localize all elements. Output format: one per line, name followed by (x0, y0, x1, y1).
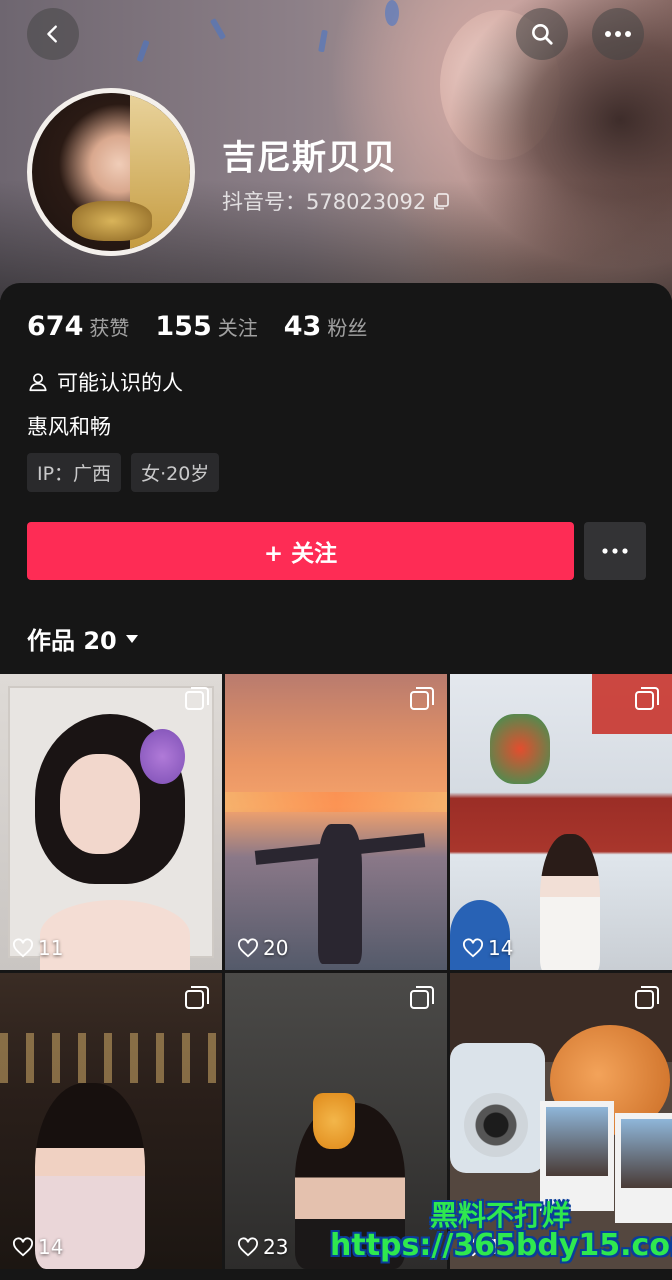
post-thumbnail[interactable]: 23 (225, 973, 447, 1269)
stat-followers[interactable]: 43 粉丝 (284, 311, 368, 342)
multi-image-icon (635, 687, 659, 710)
multi-image-icon (410, 687, 434, 710)
tag-ip-location: IP：广西 (27, 453, 122, 492)
posts-grid: 11 20 14 14 23 13 (0, 674, 672, 1269)
post-thumbnail[interactable]: 20 (225, 674, 447, 970)
avatar-necklace (72, 201, 152, 241)
handle-text: 抖音号：578023092 (222, 190, 427, 214)
follow-button[interactable]: + 关注 (27, 522, 574, 580)
multi-image-icon (185, 986, 209, 1009)
post-likes-count: 14 (488, 936, 514, 960)
post-photo-lens (464, 1093, 528, 1157)
post-likes: 14 (462, 936, 513, 960)
stat-following-value: 155 (155, 311, 212, 342)
heart-icon (13, 1237, 33, 1257)
stat-following-label: 关注 (217, 316, 258, 340)
watermark-line-2: https://365bdy15.com (330, 1228, 672, 1263)
stat-likes-value: 674 (27, 311, 84, 342)
works-tab-label: 作品 20 (27, 627, 117, 655)
multi-image-icon (635, 986, 659, 1009)
more-button[interactable] (592, 8, 644, 60)
stat-likes-label: 获赞 (89, 316, 130, 340)
heart-icon (13, 938, 33, 958)
heart-icon (238, 1237, 258, 1257)
stat-followers-value: 43 (283, 311, 322, 342)
heart-icon (238, 938, 258, 958)
post-likes-count: 11 (38, 936, 64, 960)
multi-image-icon (410, 986, 434, 1009)
known-people-label: 可能认识的人 (57, 371, 183, 395)
avatar[interactable] (27, 88, 195, 256)
more-icon (605, 31, 631, 37)
stat-likes[interactable]: 674 获赞 (27, 311, 129, 342)
stat-following[interactable]: 155 关注 (155, 311, 257, 342)
follow-button-label: + 关注 (263, 541, 338, 567)
stats-row: 674 获赞 155 关注 43 粉丝 (27, 311, 367, 342)
confetti-decoration (209, 17, 227, 41)
confetti-decoration (136, 39, 150, 63)
search-icon (532, 24, 553, 45)
post-likes: 20 (237, 936, 288, 960)
post-photo-person (318, 824, 362, 964)
post-photo-sign (592, 674, 672, 734)
post-photo-artwork (490, 714, 550, 784)
tag-gender-age: 女·20岁 (131, 453, 220, 492)
more-icon (602, 548, 628, 554)
post-thumbnail[interactable]: 11 (0, 674, 222, 970)
profile-info-panel: 674 获赞 155 关注 43 粉丝 可能认识的人 惠风和畅 IP：广西 女·… (0, 283, 672, 678)
profile-name: 吉尼斯贝贝 (222, 138, 397, 178)
post-photo-person (540, 834, 600, 970)
profile-tags: IP：广西 女·20岁 (27, 453, 220, 492)
back-arrow-icon (47, 25, 57, 43)
multi-image-icon (185, 687, 209, 710)
search-button[interactable] (516, 8, 568, 60)
profile-handle[interactable]: 抖音号：578023092 (222, 186, 450, 216)
heart-icon (463, 938, 483, 958)
post-photo-sunset (225, 792, 447, 812)
profile-bio: 惠风和畅 (27, 415, 111, 439)
post-likes: 23 (237, 1235, 288, 1259)
post-likes-count: 14 (38, 1235, 64, 1259)
post-photo-glass (313, 1093, 355, 1149)
post-thumbnail[interactable]: 14 (450, 674, 672, 970)
dropdown-triangle-icon (125, 634, 138, 643)
more-actions-button[interactable] (584, 522, 646, 580)
post-likes: 14 (12, 1235, 63, 1259)
post-thumbnail[interactable]: 14 (0, 973, 222, 1269)
profile-page: 吉尼斯贝贝 抖音号：578023092 674 获赞 155 关注 43 粉丝 (0, 0, 672, 1280)
known-people-link[interactable]: 可能认识的人 (27, 367, 183, 397)
post-photo-lights (0, 1033, 222, 1083)
works-tab[interactable]: 作品 20 (27, 621, 139, 656)
copy-icon[interactable] (432, 192, 450, 210)
stat-followers-label: 粉丝 (327, 316, 368, 340)
post-photo-flower (140, 729, 185, 784)
confetti-decoration (318, 29, 328, 53)
post-photo-polaroid (615, 1113, 672, 1223)
post-likes-count: 23 (263, 1235, 289, 1259)
confetti-decoration (385, 0, 399, 26)
person-icon (29, 373, 47, 392)
post-photo-face (60, 754, 140, 854)
back-button[interactable] (27, 8, 79, 60)
post-likes-count: 20 (263, 936, 289, 960)
post-likes: 11 (12, 936, 63, 960)
